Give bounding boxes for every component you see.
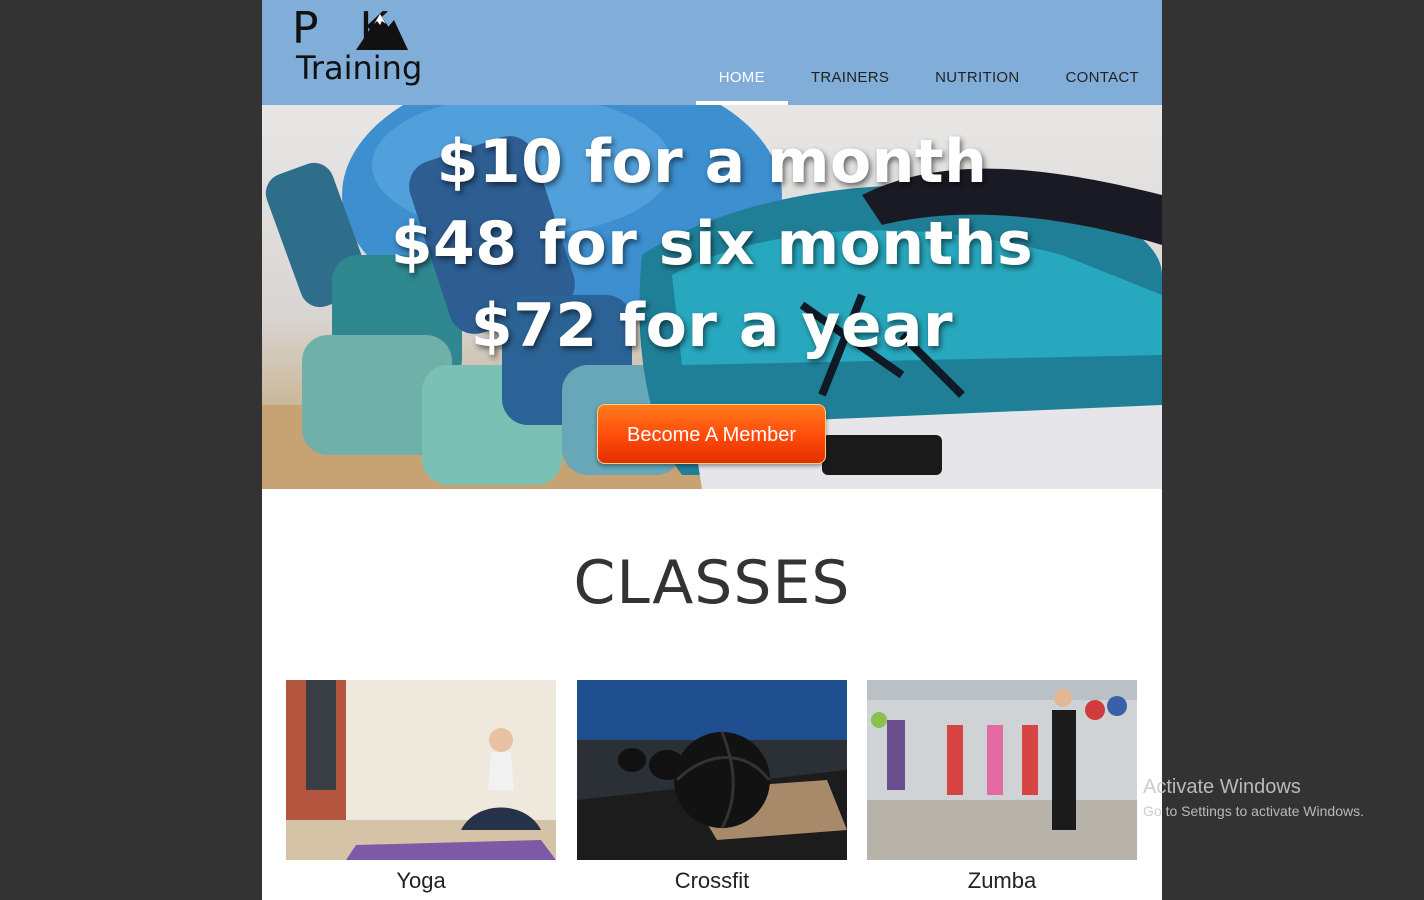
nav-item-trainers[interactable]: TRAINERS	[788, 55, 912, 105]
crossfit-image[interactable]	[577, 680, 847, 860]
class-label-zumba[interactable]: Zumba	[867, 868, 1137, 894]
watermark-subtitle: Go to Settings to activate Windows.	[1143, 803, 1364, 819]
logo-wordmark-training: Training	[296, 49, 423, 87]
watermark-title: Activate Windows	[1143, 776, 1301, 798]
windows-activation-watermark: Activate Windows Go to Settings to activ…	[1143, 776, 1364, 819]
hero-banner: $10 for a month $48 for six months $72 f…	[262, 105, 1162, 489]
classes-heading: CLASSES	[573, 548, 851, 618]
class-card-yoga[interactable]: Yoga	[286, 680, 556, 900]
mountain-icon	[356, 14, 408, 50]
site-header: PK Training HOME TRAINERS NUTRITION CONT…	[262, 0, 1162, 105]
page-container: PK Training HOME TRAINERS NUTRITION CONT…	[262, 0, 1162, 900]
main-nav: HOME TRAINERS NUTRITION CONTACT	[695, 55, 1162, 105]
hero-price-month: $10 for a month	[436, 127, 988, 197]
become-member-button[interactable]: Become A Member	[597, 404, 826, 464]
yoga-image[interactable]	[286, 680, 556, 860]
class-label-crossfit[interactable]: Crossfit	[577, 868, 847, 894]
nav-item-nutrition[interactable]: NUTRITION	[912, 55, 1042, 105]
hero-price-six-months: $48 for six months	[390, 209, 1034, 279]
hero-price-year: $72 for a year	[470, 291, 954, 361]
nav-item-home[interactable]: HOME	[695, 55, 789, 105]
class-card-zumba[interactable]: Zumba	[867, 680, 1137, 900]
class-card-crossfit[interactable]: Crossfit	[577, 680, 847, 900]
logo[interactable]: PK Training	[292, 4, 452, 94]
class-label-yoga[interactable]: Yoga	[286, 868, 556, 894]
zumba-image[interactable]	[867, 680, 1137, 860]
nav-item-contact[interactable]: CONTACT	[1043, 55, 1162, 105]
